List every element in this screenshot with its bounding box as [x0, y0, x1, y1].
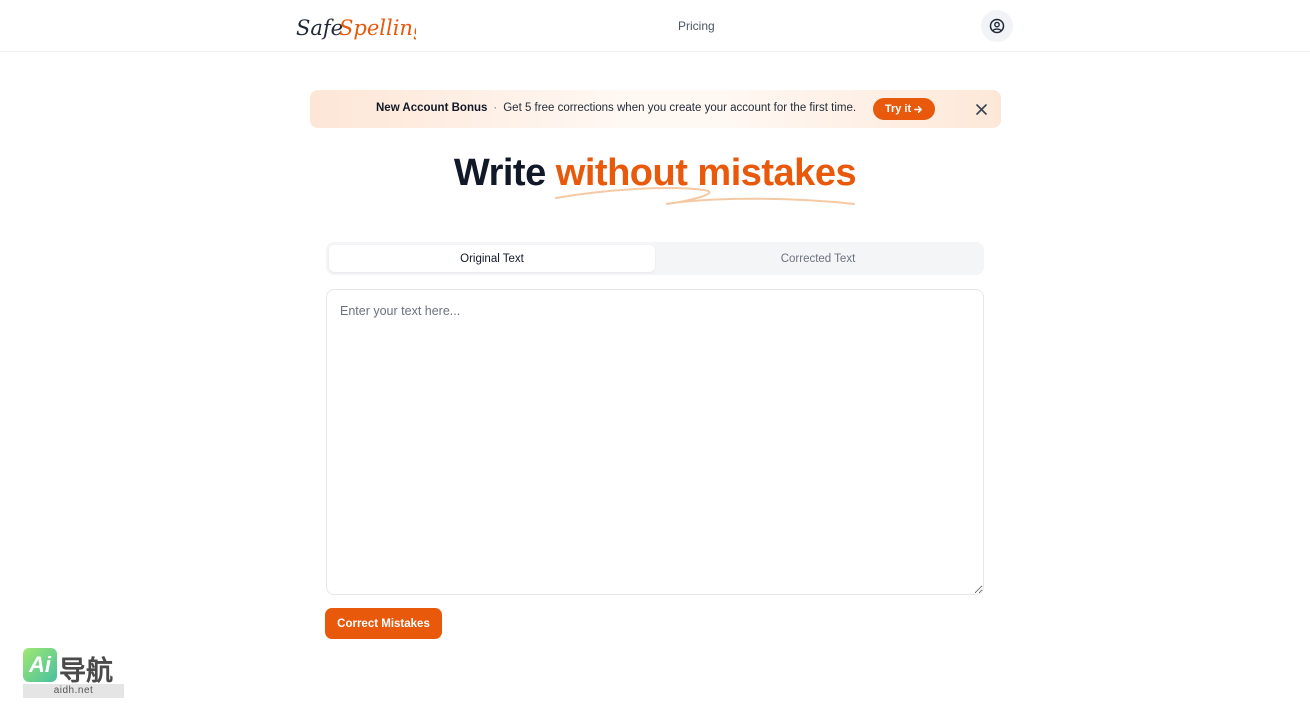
user-circle-icon	[989, 18, 1005, 34]
try-it-button[interactable]: Try it	[873, 98, 935, 120]
banner-close-button[interactable]	[972, 100, 990, 118]
banner-separator: ·	[493, 102, 498, 114]
top-navbar: Safe Spelling Pricing	[0, 0, 1310, 52]
banner-title: New Account Bonus	[376, 102, 488, 114]
correct-mistakes-button[interactable]: Correct Mistakes	[325, 608, 442, 639]
logo-part-spelling: Spelling	[339, 16, 416, 40]
text-tabs: Original Text Corrected Text	[326, 242, 984, 275]
safespelling-logo[interactable]: Safe Spelling	[296, 8, 416, 48]
close-icon	[975, 103, 987, 115]
try-it-label: Try it	[884, 103, 912, 115]
watermark-ai-badge: Ai	[23, 648, 57, 682]
account-button[interactable]	[981, 10, 1013, 42]
watermark-url: aidh.net	[23, 684, 124, 698]
text-input[interactable]	[326, 289, 984, 595]
watermark-cn-text: 导航	[59, 656, 113, 687]
logo-part-safe: Safe	[296, 16, 343, 40]
tab-original-text[interactable]: Original Text	[329, 245, 655, 272]
watermark-logo: Ai 导航 aidh.net	[23, 648, 124, 700]
title-plain: Write	[453, 152, 546, 194]
nav-pricing-link[interactable]: Pricing	[678, 19, 715, 33]
arrow-right-icon	[914, 105, 923, 113]
banner-body: Get 5 free corrections when you create y…	[503, 102, 857, 114]
banner-message: New Account Bonus · Get 5 free corrections…	[376, 102, 856, 114]
decorative-underline	[555, 187, 855, 205]
tab-corrected-text[interactable]: Corrected Text	[655, 245, 981, 272]
